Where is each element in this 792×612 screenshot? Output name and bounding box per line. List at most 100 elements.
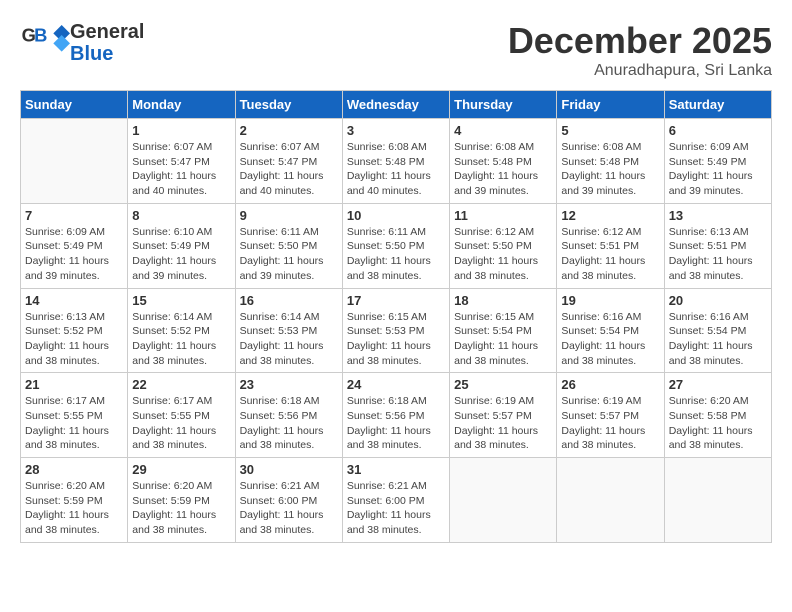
calendar-cell: 4Sunrise: 6:08 AMSunset: 5:48 PMDaylight… xyxy=(450,119,557,204)
calendar-cell: 12 Sunrise: 6:12 AMSunset: 5:51 PMDayligh… xyxy=(557,203,664,288)
day-info: Sunrise: 6:11 AMSunset: 5:50 PMDaylight:… xyxy=(240,225,338,284)
day-info: Sunrise: 6:07 AMSunset: 5:47 PMDaylight:… xyxy=(240,140,338,199)
day-number: 14 xyxy=(25,293,123,308)
calendar-cell: 5 Sunrise: 6:08 AMSunset: 5:48 PMDaylight… xyxy=(557,119,664,204)
day-number: 28 xyxy=(25,462,123,477)
day-info: Sunrise: 6:21 AMSunset: 6:00 PMDaylight:… xyxy=(347,479,445,538)
calendar-cell: 18Sunrise: 6:15 AMSunset: 5:54 PMDayligh… xyxy=(450,288,557,373)
day-number: 12 xyxy=(561,208,659,223)
day-info: Sunrise: 6:18 AMSunset: 5:56 PMDaylight:… xyxy=(347,394,445,453)
day-info: Sunrise: 6:18 AMSunset: 5:56 PMDaylight:… xyxy=(240,394,338,453)
logo-general-text: General xyxy=(70,21,144,43)
calendar-cell: 11 Sunrise: 6:12 AMSunset: 5:50 PMDayligh… xyxy=(450,203,557,288)
calendar-cell: 30 Sunrise: 6:21 AMSunset: 6:00 PMDayligh… xyxy=(235,458,342,543)
day-info: Sunrise: 6:21 AMSunset: 6:00 PMDaylight:… xyxy=(240,479,338,538)
day-number: 18 xyxy=(454,293,552,308)
weekday-header-wednesday: Wednesday xyxy=(342,91,449,119)
calendar-header-row: SundayMondayTuesdayWednesdayThursdayFrid… xyxy=(21,91,772,119)
month-title: December 2025 xyxy=(508,20,772,62)
weekday-header-friday: Friday xyxy=(557,91,664,119)
calendar-cell xyxy=(557,458,664,543)
day-number: 19 xyxy=(561,293,659,308)
day-info: Sunrise: 6:09 AMSunset: 5:49 PMDaylight:… xyxy=(669,140,767,199)
calendar-cell: 25 Sunrise: 6:19 AMSunset: 5:57 PMDayligh… xyxy=(450,373,557,458)
svg-text:B: B xyxy=(34,25,47,46)
day-number: 1 xyxy=(132,123,230,138)
day-number: 10 xyxy=(347,208,445,223)
day-number: 16 xyxy=(240,293,338,308)
day-info: Sunrise: 6:20 AMSunset: 5:59 PMDaylight:… xyxy=(25,479,123,538)
day-info: Sunrise: 6:10 AMSunset: 5:49 PMDaylight:… xyxy=(132,225,230,284)
calendar-cell: 14 Sunrise: 6:13 AMSunset: 5:52 PMDayligh… xyxy=(21,288,128,373)
calendar-cell xyxy=(664,458,771,543)
title-block: December 2025 Anuradhapura, Sri Lanka xyxy=(508,20,772,80)
logo: G B General Blue xyxy=(20,20,144,65)
day-number: 5 xyxy=(561,123,659,138)
day-number: 15 xyxy=(132,293,230,308)
calendar-cell: 3 Sunrise: 6:08 AMSunset: 5:48 PMDaylight… xyxy=(342,119,449,204)
day-info: Sunrise: 6:17 AMSunset: 5:55 PMDaylight:… xyxy=(25,394,123,453)
day-info: Sunrise: 6:09 AMSunset: 5:49 PMDaylight:… xyxy=(25,225,123,284)
day-number: 8 xyxy=(132,208,230,223)
calendar-table: SundayMondayTuesdayWednesdayThursdayFrid… xyxy=(20,90,772,543)
calendar-cell: 29Sunrise: 6:20 AMSunset: 5:59 PMDayligh… xyxy=(128,458,235,543)
calendar-cell xyxy=(450,458,557,543)
day-number: 20 xyxy=(669,293,767,308)
day-info: Sunrise: 6:20 AMSunset: 5:58 PMDaylight:… xyxy=(669,394,767,453)
calendar-cell: 16 Sunrise: 6:14 AMSunset: 5:53 PMDayligh… xyxy=(235,288,342,373)
weekday-header-tuesday: Tuesday xyxy=(235,91,342,119)
day-info: Sunrise: 6:14 AMSunset: 5:53 PMDaylight:… xyxy=(240,310,338,369)
day-info: Sunrise: 6:08 AMSunset: 5:48 PMDaylight:… xyxy=(347,140,445,199)
day-number: 30 xyxy=(240,462,338,477)
day-info: Sunrise: 6:12 AMSunset: 5:50 PMDaylight:… xyxy=(454,225,552,284)
day-info: Sunrise: 6:08 AMSunset: 5:48 PMDaylight:… xyxy=(561,140,659,199)
day-info: Sunrise: 6:20 AMSunset: 5:59 PMDaylight:… xyxy=(132,479,230,538)
calendar-cell xyxy=(21,119,128,204)
day-info: Sunrise: 6:12 AMSunset: 5:51 PMDaylight:… xyxy=(561,225,659,284)
day-number: 31 xyxy=(347,462,445,477)
calendar-week-row: 21 Sunrise: 6:17 AMSunset: 5:55 PMDayligh… xyxy=(21,373,772,458)
calendar-cell: 20Sunrise: 6:16 AMSunset: 5:54 PMDayligh… xyxy=(664,288,771,373)
calendar-week-row: 1 Sunrise: 6:07 AMSunset: 5:47 PMDaylight… xyxy=(21,119,772,204)
calendar-cell: 22Sunrise: 6:17 AMSunset: 5:55 PMDayligh… xyxy=(128,373,235,458)
day-number: 6 xyxy=(669,123,767,138)
calendar-cell: 26Sunrise: 6:19 AMSunset: 5:57 PMDayligh… xyxy=(557,373,664,458)
day-number: 3 xyxy=(347,123,445,138)
day-info: Sunrise: 6:07 AMSunset: 5:47 PMDaylight:… xyxy=(132,140,230,199)
calendar-cell: 28 Sunrise: 6:20 AMSunset: 5:59 PMDayligh… xyxy=(21,458,128,543)
calendar-cell: 9 Sunrise: 6:11 AMSunset: 5:50 PMDaylight… xyxy=(235,203,342,288)
day-number: 7 xyxy=(25,208,123,223)
day-info: Sunrise: 6:13 AMSunset: 5:52 PMDaylight:… xyxy=(25,310,123,369)
calendar-cell: 19 Sunrise: 6:16 AMSunset: 5:54 PMDayligh… xyxy=(557,288,664,373)
day-number: 25 xyxy=(454,377,552,392)
calendar-cell: 23 Sunrise: 6:18 AMSunset: 5:56 PMDayligh… xyxy=(235,373,342,458)
day-number: 26 xyxy=(561,377,659,392)
calendar-cell: 15Sunrise: 6:14 AMSunset: 5:52 PMDayligh… xyxy=(128,288,235,373)
calendar-week-row: 28 Sunrise: 6:20 AMSunset: 5:59 PMDayligh… xyxy=(21,458,772,543)
day-number: 9 xyxy=(240,208,338,223)
calendar-week-row: 14 Sunrise: 6:13 AMSunset: 5:52 PMDayligh… xyxy=(21,288,772,373)
day-info: Sunrise: 6:19 AMSunset: 5:57 PMDaylight:… xyxy=(454,394,552,453)
logo-svg: G B xyxy=(20,20,70,65)
day-number: 21 xyxy=(25,377,123,392)
weekday-header-thursday: Thursday xyxy=(450,91,557,119)
day-info: Sunrise: 6:13 AMSunset: 5:51 PMDaylight:… xyxy=(669,225,767,284)
calendar-week-row: 7 Sunrise: 6:09 AMSunset: 5:49 PMDaylight… xyxy=(21,203,772,288)
day-number: 23 xyxy=(240,377,338,392)
day-info: Sunrise: 6:16 AMSunset: 5:54 PMDaylight:… xyxy=(561,310,659,369)
day-number: 27 xyxy=(669,377,767,392)
weekday-header-saturday: Saturday xyxy=(664,91,771,119)
calendar-cell: 7 Sunrise: 6:09 AMSunset: 5:49 PMDaylight… xyxy=(21,203,128,288)
weekday-header-sunday: Sunday xyxy=(21,91,128,119)
day-number: 17 xyxy=(347,293,445,308)
calendar-cell: 1 Sunrise: 6:07 AMSunset: 5:47 PMDaylight… xyxy=(128,119,235,204)
calendar-cell: 27 Sunrise: 6:20 AMSunset: 5:58 PMDayligh… xyxy=(664,373,771,458)
calendar-cell: 6 Sunrise: 6:09 AMSunset: 5:49 PMDaylight… xyxy=(664,119,771,204)
calendar-cell: 31 Sunrise: 6:21 AMSunset: 6:00 PMDayligh… xyxy=(342,458,449,543)
calendar-cell: 13Sunrise: 6:13 AMSunset: 5:51 PMDayligh… xyxy=(664,203,771,288)
logo-blue-text: Blue xyxy=(70,43,144,65)
location-title: Anuradhapura, Sri Lanka xyxy=(508,62,772,80)
day-number: 4 xyxy=(454,123,552,138)
day-number: 11 xyxy=(454,208,552,223)
calendar-cell: 24Sunrise: 6:18 AMSunset: 5:56 PMDayligh… xyxy=(342,373,449,458)
